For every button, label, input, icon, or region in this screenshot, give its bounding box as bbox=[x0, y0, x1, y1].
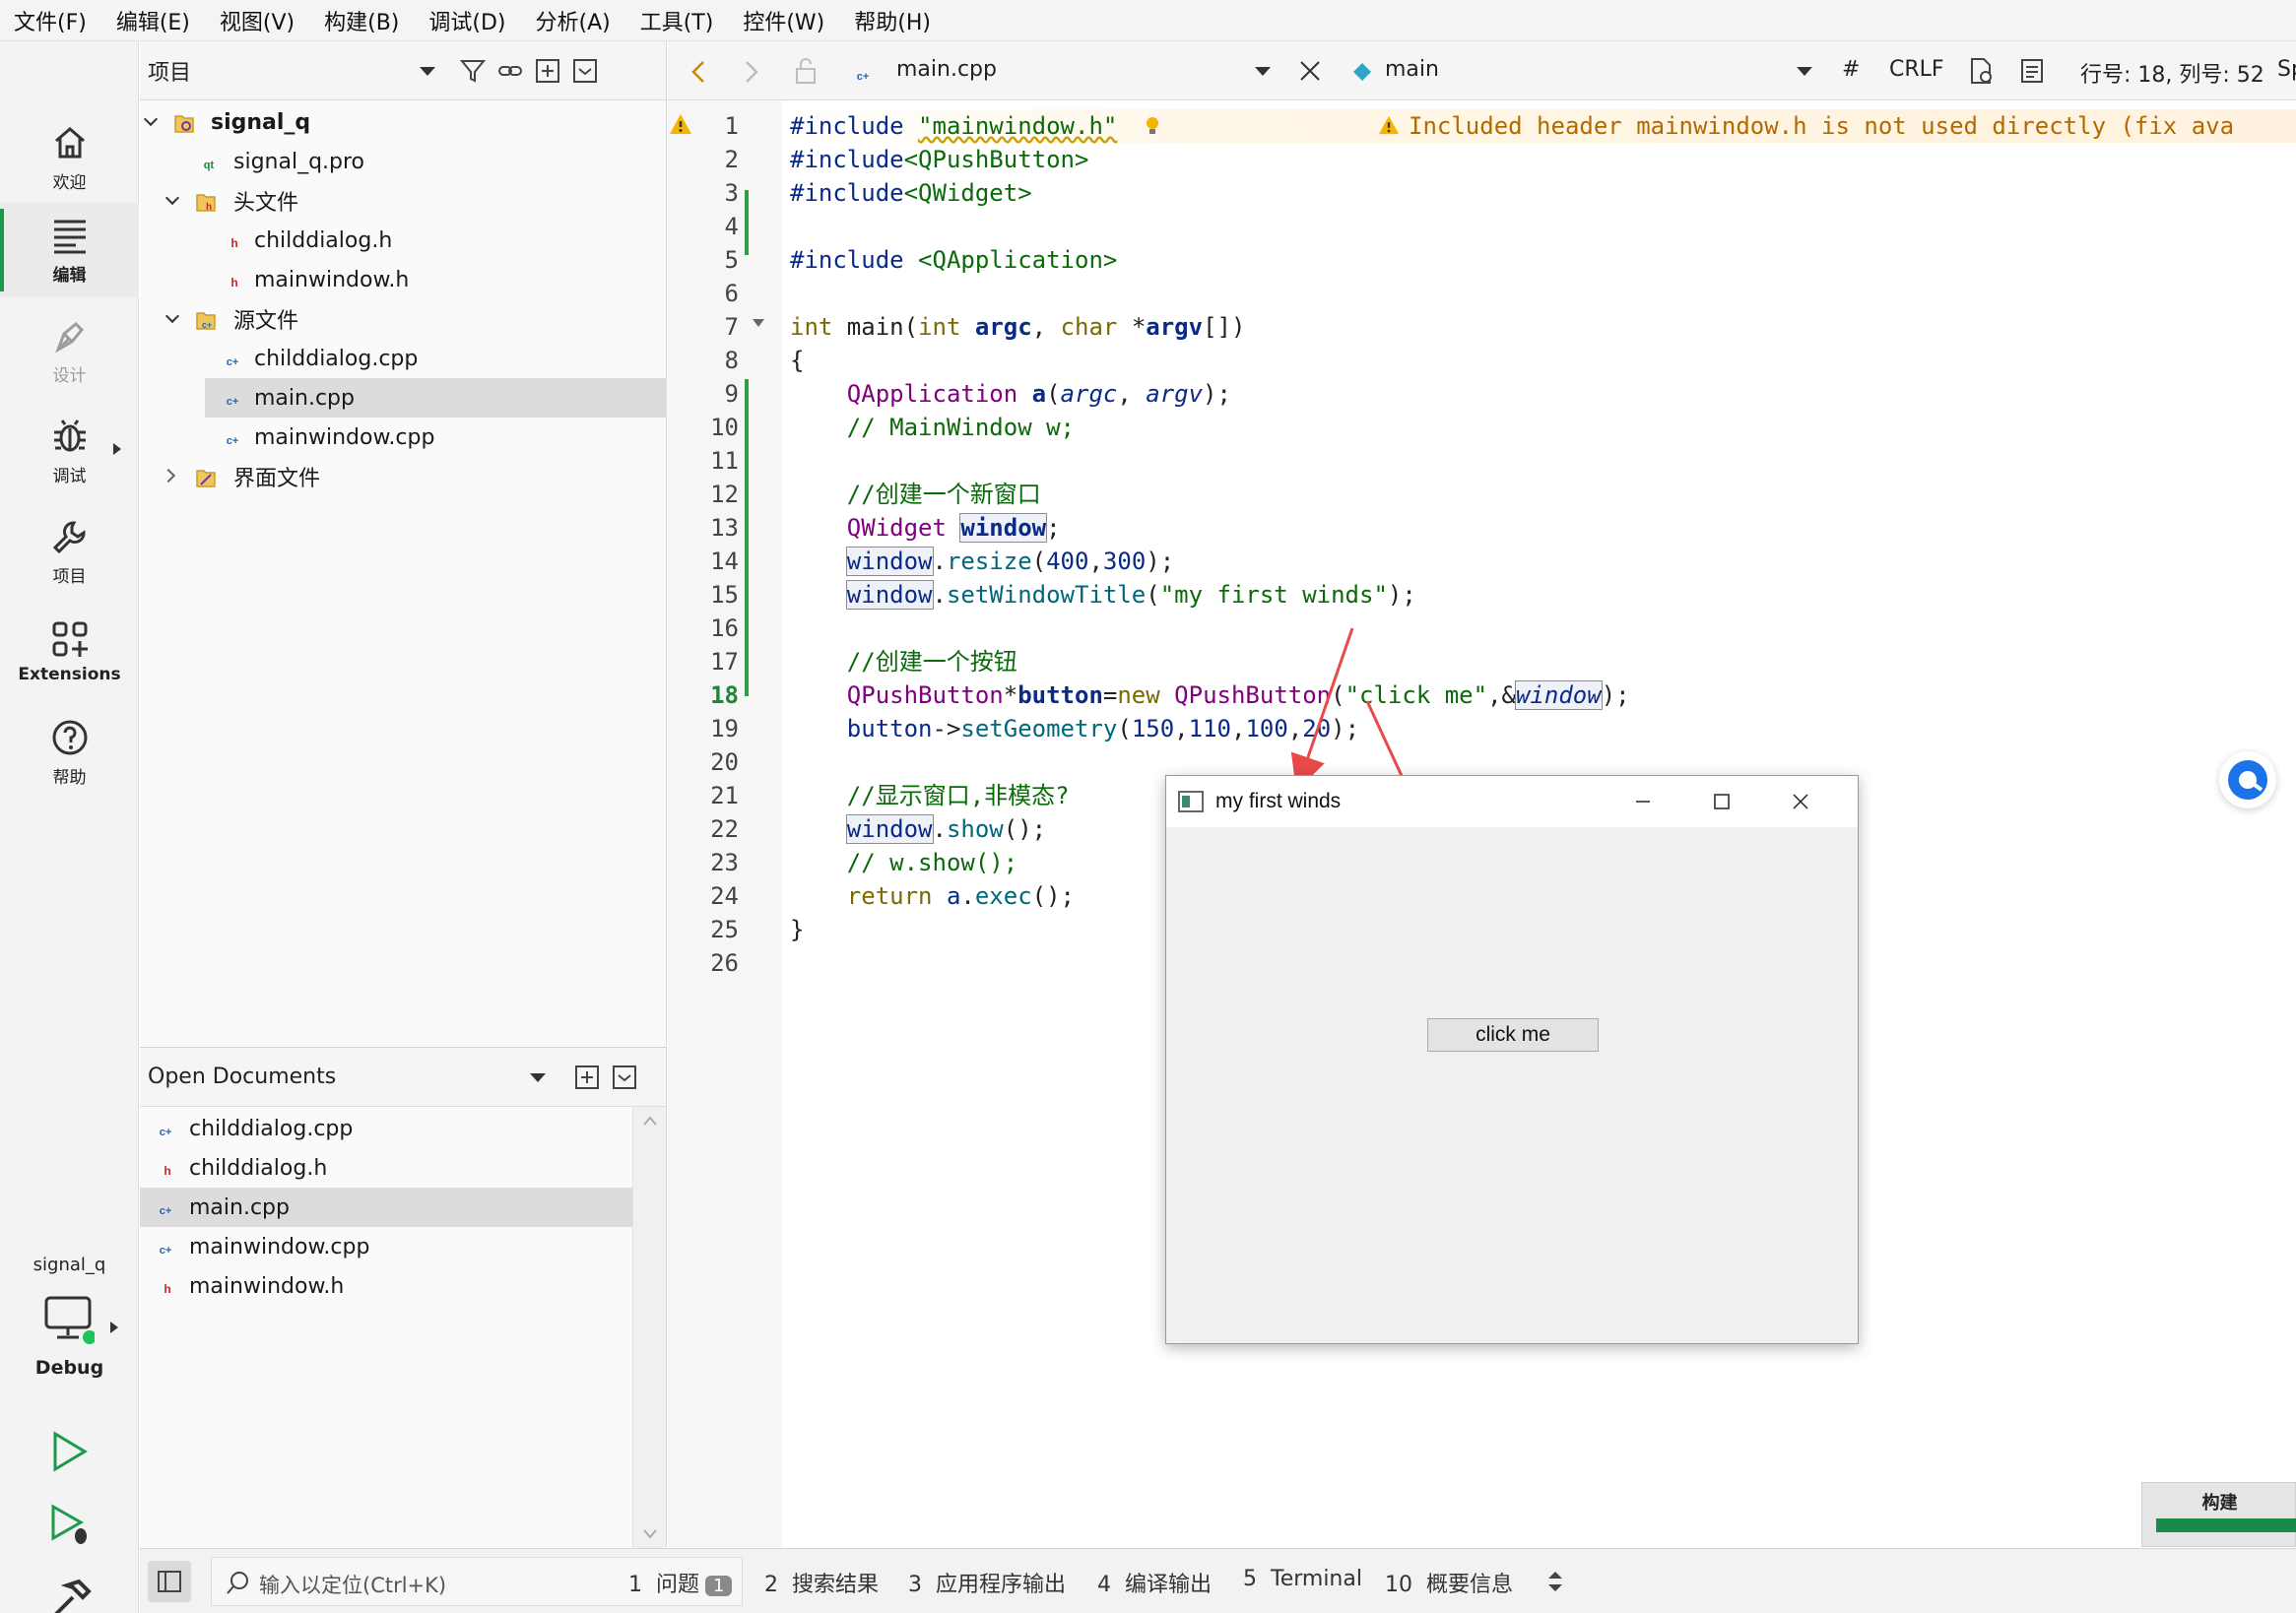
annotation-arrows bbox=[1290, 627, 1514, 1015]
tab-label: 问题 bbox=[656, 1573, 700, 1597]
search-icon bbox=[227, 1572, 248, 1594]
maximize-button[interactable] bbox=[1682, 776, 1761, 827]
window-icon bbox=[1178, 791, 1204, 812]
tab-search-results[interactable]: 2 搜索结果 bbox=[764, 1567, 879, 1598]
tab-terminal[interactable]: 5 Terminal bbox=[1243, 1567, 1362, 1591]
app-window[interactable]: my first winds click me bbox=[1165, 775, 1859, 1344]
window-title: my first winds bbox=[1215, 790, 1342, 812]
locator-placeholder: 输入以定位(Ctrl+K) bbox=[259, 1574, 447, 1597]
tab-number: 2 bbox=[764, 1573, 778, 1597]
minimize-icon bbox=[1636, 801, 1650, 803]
tab-label: 应用程序输出 bbox=[936, 1573, 1067, 1597]
tab-general-messages[interactable]: 10 概要信息 bbox=[1385, 1567, 1513, 1598]
tab-number: 5 bbox=[1243, 1567, 1257, 1591]
tab-compile-output[interactable]: 4 编译输出 bbox=[1097, 1567, 1212, 1598]
minimize-button[interactable] bbox=[1604, 776, 1682, 827]
tab-number: 4 bbox=[1097, 1573, 1111, 1597]
build-progress-label: 构建 bbox=[2201, 1493, 2238, 1514]
tab-number: 1 bbox=[628, 1573, 642, 1597]
arrow-to-title bbox=[1290, 627, 1354, 792]
tab-number: 3 bbox=[908, 1573, 922, 1597]
tab-application-output[interactable]: 3 应用程序输出 bbox=[908, 1567, 1066, 1598]
tab-label: Terminal bbox=[1271, 1567, 1362, 1591]
build-progress-bar bbox=[2156, 1518, 2296, 1532]
build-progress: 构建 bbox=[2141, 1482, 2296, 1547]
tab-number: 10 bbox=[1385, 1573, 1412, 1597]
toggle-sidebar-button[interactable] bbox=[148, 1561, 191, 1602]
sidebar-icon bbox=[158, 1571, 181, 1592]
click-me-button[interactable]: click me bbox=[1427, 1018, 1599, 1052]
output-pane-bar: 输入以定位(Ctrl+K) 1 问题 1 2 搜索结果 3 应用程序输出 4 编译… bbox=[140, 1548, 2296, 1613]
issues-count-badge: 1 bbox=[705, 1576, 733, 1596]
window-close-button[interactable] bbox=[1761, 776, 1840, 827]
assistant-icon bbox=[2228, 760, 2267, 800]
window-titlebar[interactable]: my first winds bbox=[1166, 776, 1858, 827]
tab-label: 概要信息 bbox=[1426, 1573, 1514, 1597]
tab-issues[interactable]: 1 问题 1 bbox=[628, 1567, 733, 1598]
updown-icon[interactable] bbox=[1546, 1569, 1564, 1594]
maximize-icon bbox=[1714, 794, 1730, 809]
tab-label: 编译输出 bbox=[1125, 1573, 1213, 1597]
assistant-button[interactable] bbox=[2219, 751, 2276, 808]
tab-label: 搜索结果 bbox=[792, 1573, 880, 1597]
close-icon bbox=[1793, 794, 1808, 809]
